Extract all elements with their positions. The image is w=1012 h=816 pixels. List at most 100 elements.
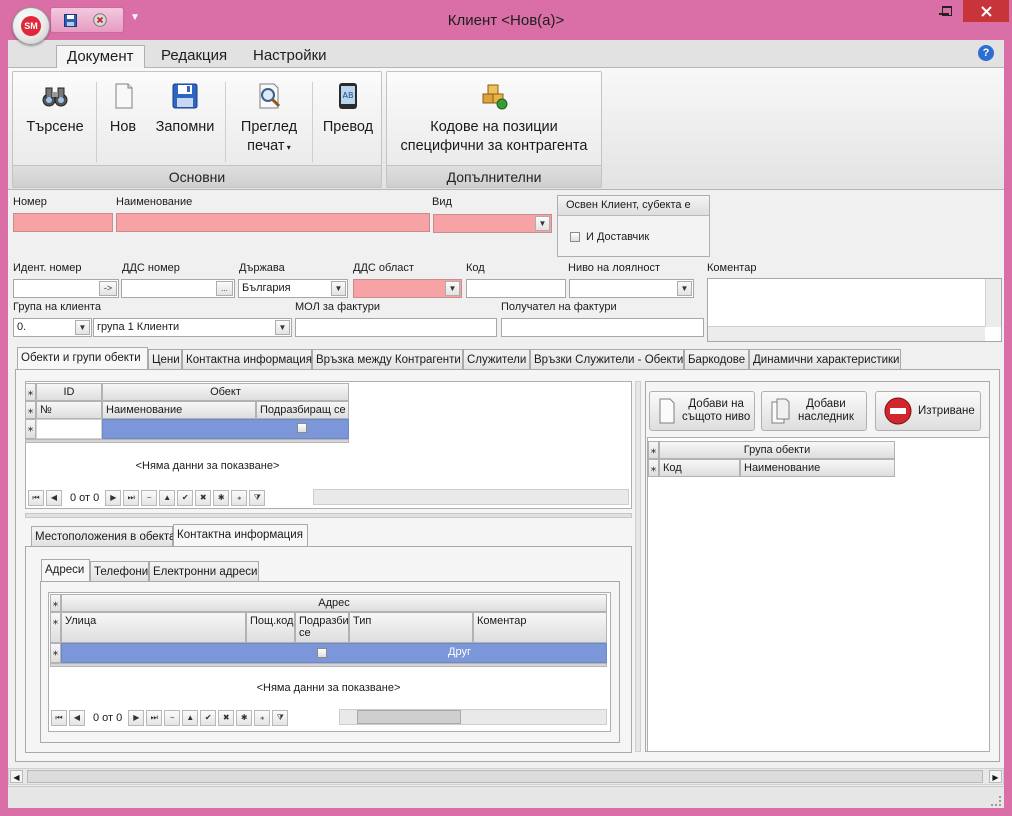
nav-next-icon[interactable]: ▶: [105, 490, 122, 506]
vat-area-select[interactable]: ▼: [353, 279, 462, 298]
nav-add-icon[interactable]: ✱: [236, 710, 253, 726]
new-row-cell[interactable]: [36, 419, 102, 439]
chevron-down-icon[interactable]: ▼: [75, 320, 90, 335]
nav-add-child-icon[interactable]: ⁎: [254, 710, 271, 726]
nav-first-icon[interactable]: ⏮: [28, 490, 44, 506]
col-postcode[interactable]: Пощ.код: [246, 612, 295, 643]
nav-remove-icon[interactable]: −: [164, 710, 181, 726]
size-grip-icon[interactable]: [991, 796, 1001, 806]
address-grid-hscrollbar[interactable]: [339, 709, 607, 725]
invoice-mol-field[interactable]: [295, 318, 497, 337]
tab-object-contact-info[interactable]: Контактна информация: [173, 524, 308, 547]
type-select[interactable]: ▼: [433, 214, 552, 233]
nav-first-icon[interactable]: ⏮: [51, 710, 67, 726]
add-same-level-button[interactable]: Добави на същото ниво: [649, 391, 755, 431]
supplier-checkbox[interactable]: [570, 232, 580, 242]
new-row-selected[interactable]: [102, 419, 349, 439]
nav-filter-icon[interactable]: ⧩: [272, 710, 289, 726]
tab-counterparty-links[interactable]: Връзка между Контрагенти: [312, 349, 463, 370]
nav-cancel-icon[interactable]: ✖: [218, 710, 235, 726]
invoice-receiver-field[interactable]: [501, 318, 704, 337]
col-type[interactable]: Тип: [349, 612, 473, 643]
tab-emails[interactable]: Електронни адреси: [149, 561, 259, 582]
default-checkbox[interactable]: [297, 423, 307, 433]
nav-next-icon[interactable]: ▶: [128, 710, 145, 726]
nav-up-icon[interactable]: ▲: [182, 710, 199, 726]
col-group-code[interactable]: Код: [659, 459, 740, 477]
new-button[interactable]: Нов: [99, 72, 147, 137]
nav-prev-page-icon[interactable]: ◀: [69, 710, 85, 726]
scroll-left-icon[interactable]: ◀: [10, 770, 23, 783]
col-default[interactable]: Подразбиращ се: [256, 401, 349, 419]
col-address-default[interactable]: Подразбиращ се: [295, 612, 349, 643]
client-group-code-select[interactable]: 0. ▼: [13, 318, 92, 337]
col-group-name[interactable]: Наименование: [740, 459, 895, 477]
objects-grid-hscrollbar[interactable]: [313, 489, 629, 505]
country-select[interactable]: България ▼: [238, 279, 348, 298]
splitter-horizontal[interactable]: [25, 513, 632, 518]
ribbon-tab-document[interactable]: Документ: [56, 45, 145, 69]
maximize-button[interactable]: [935, 0, 959, 22]
scroll-right-icon[interactable]: ▶: [989, 770, 1002, 783]
tab-objects[interactable]: Обекти и групи обекти: [17, 347, 148, 370]
window-hscroll-thumb[interactable]: [27, 770, 983, 783]
vat-lookup-button[interactable]: ...: [216, 281, 233, 296]
nav-add-icon[interactable]: ✱: [213, 490, 230, 506]
chevron-down-icon[interactable]: ▼: [445, 281, 460, 296]
print-preview-button[interactable]: Преглед печат ▾: [228, 72, 310, 157]
nav-last-icon[interactable]: ⏭: [123, 490, 140, 506]
tab-employee-object-links[interactable]: Връзки Служители - Обекти: [530, 349, 684, 370]
tab-object-locations[interactable]: Местоположения в обекта: [31, 526, 175, 547]
search-button[interactable]: Търсене: [17, 72, 93, 137]
nav-up-icon[interactable]: ▲: [159, 490, 176, 506]
col-number[interactable]: №: [36, 401, 102, 419]
tab-employees[interactable]: Служители: [463, 349, 530, 370]
tab-phones[interactable]: Телефони: [90, 561, 149, 582]
address-new-row[interactable]: [61, 643, 607, 663]
nav-apply-icon[interactable]: ✔: [200, 710, 217, 726]
vat-number-field[interactable]: ...: [121, 279, 235, 298]
ident-number-field[interactable]: ->: [13, 279, 119, 298]
code-field[interactable]: [466, 279, 566, 298]
app-menu-button[interactable]: SM: [12, 7, 50, 45]
col-name[interactable]: Наименование: [102, 401, 256, 419]
client-group-name-select[interactable]: група 1 Клиенти ▼: [93, 318, 292, 337]
nav-add-child-icon[interactable]: ⁎: [231, 490, 248, 506]
ribbon-tab-edit[interactable]: Редакция: [151, 45, 237, 69]
loyalty-level-select[interactable]: ▼: [569, 279, 694, 298]
chevron-down-icon[interactable]: ▼: [535, 216, 550, 231]
translate-button[interactable]: AB Превод: [315, 72, 381, 137]
delete-button[interactable]: Изтриване: [875, 391, 981, 431]
comment-textarea[interactable]: [707, 278, 1002, 342]
nav-last-icon[interactable]: ⏭: [146, 710, 163, 726]
tab-prices[interactable]: Цени: [148, 349, 182, 370]
nav-apply-icon[interactable]: ✔: [177, 490, 194, 506]
nav-filter-icon[interactable]: ⧩: [249, 490, 266, 506]
ident-lookup-button[interactable]: ->: [99, 281, 117, 296]
chevron-down-icon[interactable]: ▼: [331, 281, 346, 296]
help-icon[interactable]: ?: [978, 45, 994, 61]
add-child-button[interactable]: Добави наследник: [761, 391, 867, 431]
comment-hscrollbar[interactable]: [708, 326, 985, 341]
splitter-vertical[interactable]: [635, 381, 641, 752]
tab-barcodes[interactable]: Баркодове: [684, 349, 749, 370]
window-hscrollbar[interactable]: ◀ ▶: [8, 768, 1004, 785]
comment-vscrollbar[interactable]: [985, 279, 1001, 327]
chevron-down-icon[interactable]: ▼: [275, 320, 290, 335]
number-field[interactable]: [13, 213, 113, 232]
col-comment[interactable]: Коментар: [473, 612, 607, 643]
name-field[interactable]: [116, 213, 430, 232]
nav-remove-icon[interactable]: −: [141, 490, 158, 506]
ribbon-tab-settings[interactable]: Настройки: [243, 45, 337, 69]
hscroll-thumb[interactable]: [357, 710, 461, 724]
nav-prev-page-icon[interactable]: ◀: [46, 490, 62, 506]
close-button[interactable]: [963, 0, 1009, 22]
chevron-down-icon[interactable]: ▼: [677, 281, 692, 296]
address-default-checkbox[interactable]: [317, 648, 327, 658]
tab-dynamic-characteristics[interactable]: Динамични характеристики: [749, 349, 901, 370]
save-button[interactable]: Запомни: [147, 72, 223, 137]
tab-contact-info[interactable]: Контактна информация: [182, 349, 312, 370]
col-street[interactable]: Улица: [61, 612, 246, 643]
tab-addresses[interactable]: Адреси: [41, 559, 90, 582]
position-codes-button[interactable]: Кодове на позиции специфични за контраге…: [387, 72, 601, 156]
